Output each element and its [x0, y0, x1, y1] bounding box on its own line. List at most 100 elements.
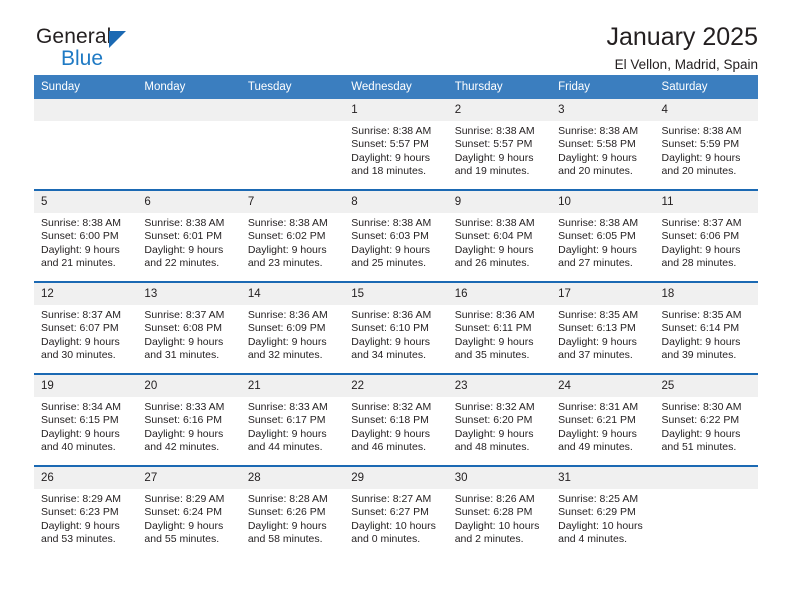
daylight-text-line2: and 21 minutes.: [41, 257, 116, 270]
day-details: Sunrise: 8:38 AM Sunset: 6:05 PM Daylight:…: [551, 213, 654, 271]
daylight-text-line1: Daylight: 9 hours: [661, 243, 741, 256]
day-number: 3: [551, 99, 655, 121]
calendar-day-cell[interactable]: 26 Sunrise: 8:29 AM Sunset: 6:23 PM Dayligh…: [34, 465, 138, 557]
weekday-header-sunday: Sunday: [34, 75, 138, 99]
day-number: 24: [551, 375, 655, 397]
day-number: [137, 99, 241, 121]
daylight-text-line2: and 58 minutes.: [247, 533, 323, 546]
daylight-text-line2: and 49 minutes.: [558, 441, 633, 454]
calendar-week-row: 26 Sunrise: 8:29 AM Sunset: 6:23 PM Dayligh…: [34, 465, 758, 557]
sunset-text: Sunset: 6:02 PM: [247, 230, 326, 243]
calendar-day-cell[interactable]: 21 Sunrise: 8:33 AM Sunset: 6:17 PM Dayligh…: [240, 373, 345, 466]
sunrise-text: Sunrise: 8:38 AM: [247, 217, 328, 229]
calendar-week-row: 19 Sunrise: 8:34 AM Sunset: 6:15 PM Dayligh…: [34, 373, 758, 466]
calendar-day-cell[interactable]: 24 Sunrise: 8:31 AM Sunset: 6:21 PM Dayligh…: [551, 373, 655, 466]
day-details: Sunrise: 8:27 AM Sunset: 6:27 PM Daylight:…: [344, 489, 447, 547]
calendar-day-cell[interactable]: 28 Sunrise: 8:28 AM Sunset: 6:26 PM Dayligh…: [240, 465, 345, 557]
daylight-text-line1: Daylight: 9 hours: [41, 427, 120, 440]
calendar-day-cell[interactable]: 15 Sunrise: 8:36 AM Sunset: 6:10 PM Dayligh…: [344, 281, 448, 374]
calendar-day-cell[interactable]: 2 Sunrise: 8:38 AM Sunset: 5:57 PM Daylight…: [447, 99, 552, 190]
daylight-text-line1: Daylight: 9 hours: [351, 243, 431, 256]
calendar-day-cell[interactable]: 19 Sunrise: 8:34 AM Sunset: 6:15 PM Dayligh…: [34, 373, 138, 466]
calendar-day-cell[interactable]: 25 Sunrise: 8:30 AM Sunset: 6:22 PM Dayligh…: [654, 373, 758, 466]
weekday-header-monday: Monday: [137, 75, 241, 99]
calendar-day-cell[interactable]: 16 Sunrise: 8:36 AM Sunset: 6:11 PM Dayligh…: [447, 281, 552, 374]
calendar-day-cell[interactable]: 7 Sunrise: 8:38 AM Sunset: 6:02 PM Daylight…: [240, 189, 345, 282]
daylight-text-line1: Daylight: 9 hours: [247, 335, 327, 348]
page-header: General Blue January 2025 El Vellon, Mad…: [34, 0, 758, 75]
calendar-day-cell[interactable]: 31 Sunrise: 8:25 AM Sunset: 6:29 PM Dayligh…: [551, 465, 655, 557]
day-details: Sunrise: 8:28 AM Sunset: 6:26 PM Daylight:…: [241, 489, 344, 547]
sunrise-text: Sunrise: 8:35 AM: [661, 309, 742, 321]
calendar-day-cell[interactable]: 27 Sunrise: 8:29 AM Sunset: 6:24 PM Dayligh…: [137, 465, 241, 557]
daylight-text-line2: and 25 minutes.: [351, 257, 426, 270]
sunrise-text: Sunrise: 8:38 AM: [351, 217, 432, 229]
calendar-day-cell[interactable]: 20 Sunrise: 8:33 AM Sunset: 6:16 PM Dayligh…: [137, 373, 241, 466]
calendar-day-cell[interactable]: 3 Sunrise: 8:38 AM Sunset: 5:58 PM Daylight…: [551, 99, 655, 190]
calendar-day-cell[interactable]: 12 Sunrise: 8:37 AM Sunset: 6:07 PM Dayligh…: [34, 281, 138, 374]
calendar-day-cell[interactable]: 29 Sunrise: 8:27 AM Sunset: 6:27 PM Dayligh…: [344, 465, 448, 557]
sunset-text: Sunset: 6:24 PM: [144, 506, 223, 519]
daylight-text-line1: Daylight: 9 hours: [558, 151, 637, 164]
day-number: 31: [551, 467, 655, 489]
sunrise-text: Sunrise: 8:29 AM: [41, 493, 121, 505]
sunset-text: Sunset: 6:05 PM: [558, 230, 636, 243]
daylight-text-line1: Daylight: 9 hours: [41, 335, 120, 348]
daylight-text-line2: and 31 minutes.: [144, 349, 220, 362]
sunrise-text: Sunrise: 8:32 AM: [351, 401, 432, 413]
daylight-text-line2: and 22 minutes.: [144, 257, 220, 270]
day-number: 9: [447, 191, 552, 213]
calendar-day-cell[interactable]: 30 Sunrise: 8:26 AM Sunset: 6:28 PM Dayligh…: [447, 465, 552, 557]
daylight-text-line2: and 44 minutes.: [247, 441, 323, 454]
day-details: Sunrise: 8:38 AM Sunset: 5:57 PM Daylight:…: [448, 121, 551, 179]
day-details: Sunrise: 8:35 AM Sunset: 6:13 PM Daylight:…: [551, 305, 654, 363]
calendar-day-cell[interactable]: 6 Sunrise: 8:38 AM Sunset: 6:01 PM Daylight…: [137, 189, 241, 282]
calendar-page: General Blue January 2025 El Vellon, Mad…: [0, 0, 792, 612]
day-details: Sunrise: 8:36 AM Sunset: 6:10 PM Daylight:…: [344, 305, 447, 363]
calendar-day-cell[interactable]: 4 Sunrise: 8:38 AM Sunset: 5:59 PM Daylight…: [654, 99, 758, 190]
calendar-day-cell[interactable]: 1 Sunrise: 8:38 AM Sunset: 5:57 PM Daylight…: [344, 99, 448, 190]
calendar-day-cell[interactable]: 22 Sunrise: 8:32 AM Sunset: 6:18 PM Dayligh…: [344, 373, 448, 466]
daylight-text-line1: Daylight: 9 hours: [351, 427, 431, 440]
day-number: 5: [34, 191, 138, 213]
sunset-text: Sunset: 6:08 PM: [144, 322, 223, 335]
day-number: 30: [447, 467, 552, 489]
sunset-text: Sunset: 6:23 PM: [41, 506, 119, 519]
calendar-week-row: 5 Sunrise: 8:38 AM Sunset: 6:00 PM Daylight…: [34, 189, 758, 282]
sunrise-text: Sunrise: 8:38 AM: [558, 125, 639, 137]
daylight-text-line2: and 26 minutes.: [454, 257, 530, 270]
generalblue-logo[interactable]: General Blue: [36, 26, 216, 72]
weekday-header-tuesday: Tuesday: [240, 75, 345, 99]
calendar-day-cell[interactable]: 5 Sunrise: 8:38 AM Sunset: 6:00 PM Daylight…: [34, 189, 138, 282]
sunset-text: Sunset: 5:58 PM: [558, 138, 636, 151]
calendar-day-cell[interactable]: 13 Sunrise: 8:37 AM Sunset: 6:08 PM Dayligh…: [137, 281, 241, 374]
weekday-header-thursday: Thursday: [447, 75, 552, 99]
sunset-text: Sunset: 6:28 PM: [454, 506, 533, 519]
calendar-day-cell[interactable]: 14 Sunrise: 8:36 AM Sunset: 6:09 PM Dayligh…: [240, 281, 345, 374]
sunrise-text: Sunrise: 8:36 AM: [247, 309, 328, 321]
day-details: Sunrise: 8:34 AM Sunset: 6:15 PM Daylight:…: [34, 397, 137, 455]
logo-triangle-icon: [109, 31, 126, 48]
calendar-day-cell[interactable]: 11 Sunrise: 8:37 AM Sunset: 6:06 PM Dayligh…: [654, 189, 758, 282]
sunset-text: Sunset: 6:15 PM: [41, 414, 119, 427]
calendar-day-cell[interactable]: 17 Sunrise: 8:35 AM Sunset: 6:13 PM Dayligh…: [551, 281, 655, 374]
day-number: 28: [240, 467, 345, 489]
day-details: Sunrise: 8:33 AM Sunset: 6:17 PM Daylight:…: [241, 397, 344, 455]
day-details: Sunrise: 8:32 AM Sunset: 6:20 PM Daylight:…: [448, 397, 551, 455]
calendar-day-cell[interactable]: 23 Sunrise: 8:32 AM Sunset: 6:20 PM Dayligh…: [447, 373, 552, 466]
daylight-text-line1: Daylight: 9 hours: [661, 335, 741, 348]
calendar-day-cell[interactable]: 8 Sunrise: 8:38 AM Sunset: 6:03 PM Daylight…: [344, 189, 448, 282]
sunset-text: Sunset: 6:03 PM: [351, 230, 429, 243]
calendar-day-cell[interactable]: 10 Sunrise: 8:38 AM Sunset: 6:05 PM Dayligh…: [551, 189, 655, 282]
sunrise-text: Sunrise: 8:36 AM: [454, 309, 535, 321]
daylight-text-line2: and 53 minutes.: [41, 533, 116, 546]
calendar-day-cell-empty: [654, 465, 758, 557]
day-details: Sunrise: 8:38 AM Sunset: 6:00 PM Daylight:…: [34, 213, 137, 271]
daylight-text-line1: Daylight: 9 hours: [454, 427, 534, 440]
daylight-text-line1: Daylight: 9 hours: [351, 151, 431, 164]
calendar-day-cell[interactable]: 9 Sunrise: 8:38 AM Sunset: 6:04 PM Daylight…: [447, 189, 552, 282]
daylight-text-line2: and 2 minutes.: [454, 533, 524, 546]
calendar-day-cell[interactable]: 18 Sunrise: 8:35 AM Sunset: 6:14 PM Dayligh…: [654, 281, 758, 374]
sunset-text: Sunset: 6:16 PM: [144, 414, 223, 427]
daylight-text-line1: Daylight: 9 hours: [558, 243, 637, 256]
